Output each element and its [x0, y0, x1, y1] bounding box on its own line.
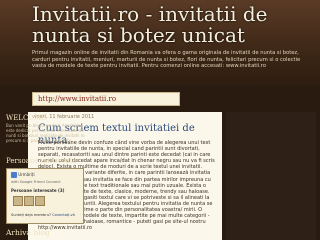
sidebar — [226, 112, 316, 240]
avatar[interactable] — [35, 196, 45, 206]
followers-gadget: Urmăriți with Google Friend Connect Pers… — [6, 168, 84, 224]
follow-row[interactable]: Urmăriți — [11, 172, 35, 178]
gfc-label: with Google Friend Connect — [11, 180, 61, 184]
avatar[interactable] — [13, 196, 23, 206]
login-link[interactable]: Conectați-vă — [52, 213, 75, 217]
blog-title[interactable]: Invitatii.ro - invitatii de nunta si bot… — [32, 4, 312, 46]
archive-widget-title: Arhivă blog — [6, 228, 50, 237]
follow-button[interactable]: Urmăriți — [18, 172, 34, 177]
google-friend-connect-icon — [11, 172, 17, 178]
persons-count: Persoane interesate (3) — [11, 188, 65, 193]
blog-header: Invitatii.ro - invitatii de nunta si bot… — [0, 0, 320, 86]
welcome-widget-text: Bun venit pe blogul nostru! Acest blog e… — [6, 123, 85, 143]
avatar[interactable] — [24, 196, 34, 206]
blog-description: Primul magazin online de invitatii din R… — [32, 50, 301, 70]
already-member-text: Sunteți deja membru? Conectați-vă — [11, 213, 75, 217]
already-member-label: Sunteți deja membru? — [11, 213, 51, 217]
site-link[interactable]: http://www.invitatii.ro — [38, 94, 116, 104]
site-link-box[interactable]: http://www.invitatii.ro — [32, 92, 180, 106]
persons-widget-title: Persoane interesate — [6, 157, 77, 165]
welcome-widget-title: WELCOME — [6, 114, 47, 122]
